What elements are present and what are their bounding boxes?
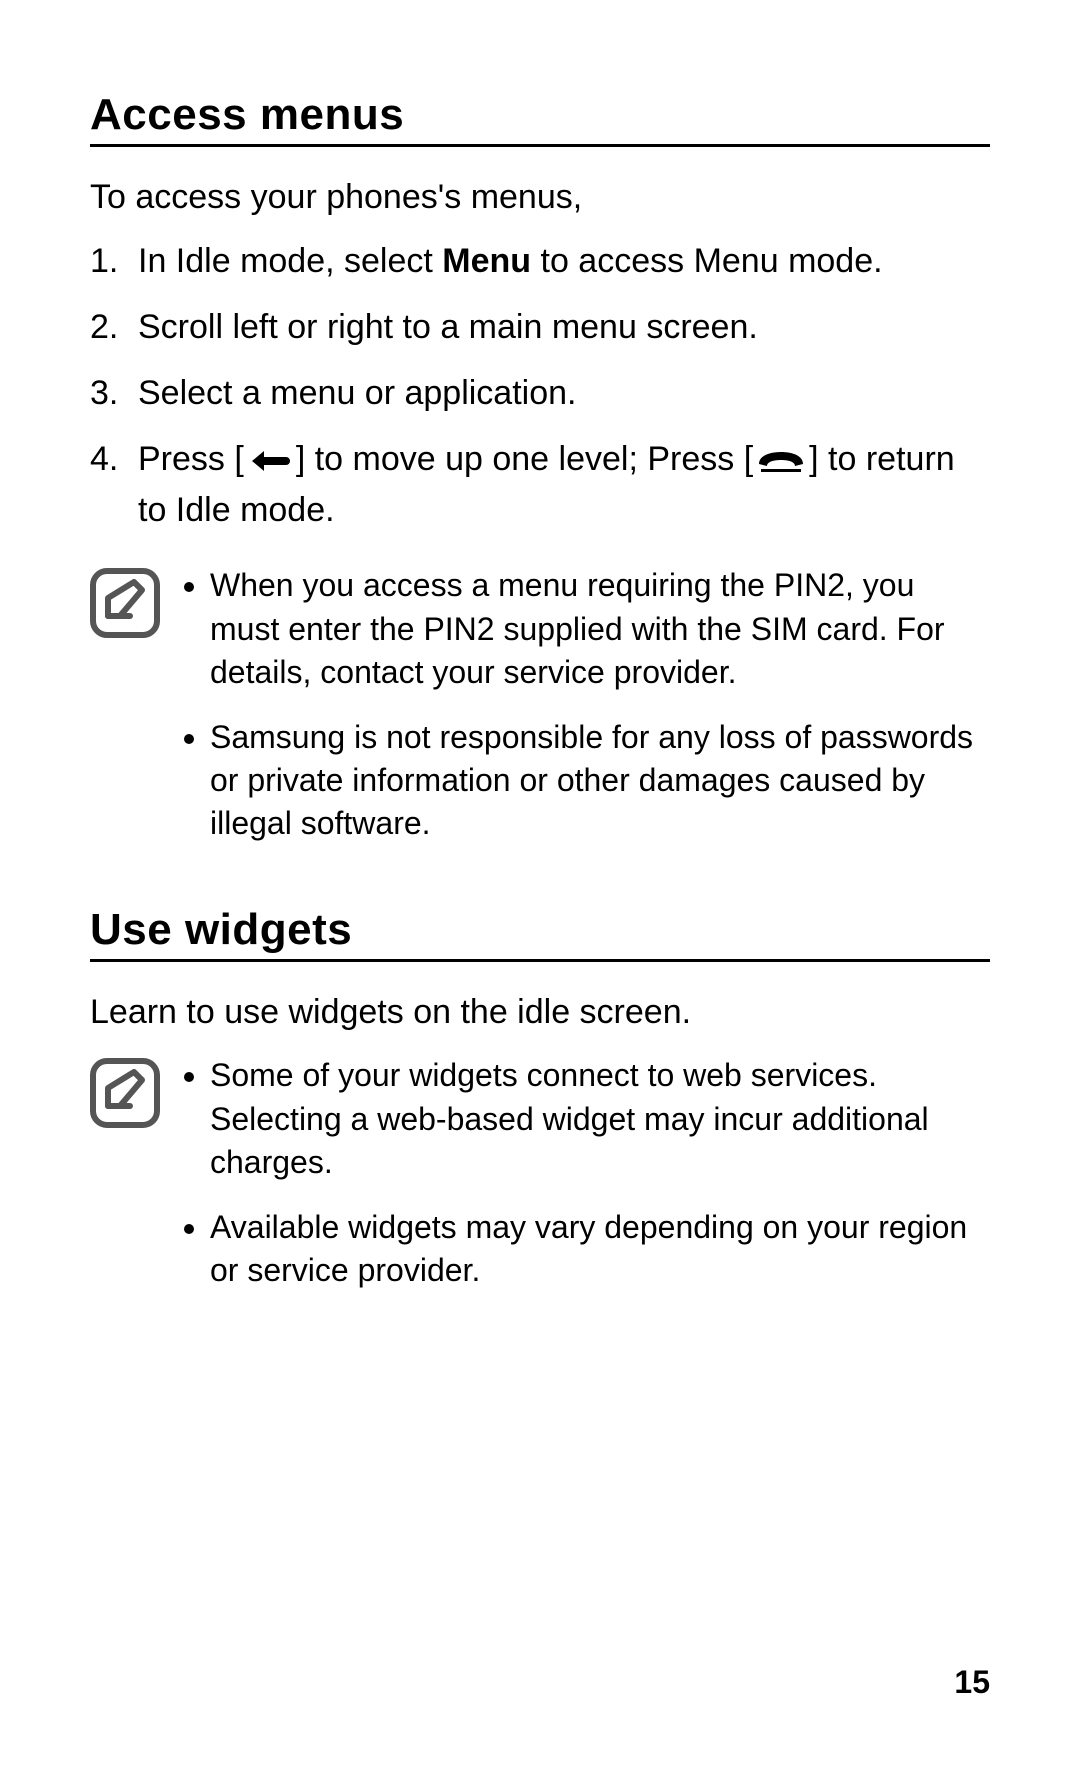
step-4-text-b: ] to move up one level; Press [ xyxy=(296,440,753,478)
step-1-bold: Menu xyxy=(442,242,531,280)
note-1-item-2: Samsung is not responsible for any loss … xyxy=(210,716,990,846)
note-block-1: When you access a menu requiring the PIN… xyxy=(90,564,990,845)
note-list-1: When you access a menu requiring the PIN… xyxy=(182,564,990,845)
step-4: Press [ ] to move up one level; Press [ … xyxy=(90,437,990,535)
note-2-item-2: Available widgets may vary depending on … xyxy=(210,1206,990,1292)
intro-use-widgets: Learn to use widgets on the idle screen. xyxy=(90,990,990,1036)
step-3: Select a menu or application. xyxy=(90,371,990,417)
end-call-key-icon xyxy=(755,443,807,489)
step-1-text-pre: In Idle mode, select xyxy=(138,242,442,280)
step-1-text-post: to access Menu mode. xyxy=(531,242,883,280)
note-icon xyxy=(90,568,160,643)
note-icon xyxy=(90,1058,160,1133)
steps-list: In Idle mode, select Menu to access Menu… xyxy=(90,239,990,534)
intro-access-menus: To access your phones's menus, xyxy=(90,175,990,221)
page-number: 15 xyxy=(954,1664,990,1701)
heading-access-menus: Access menus xyxy=(90,90,990,147)
heading-use-widgets: Use widgets xyxy=(90,905,990,962)
back-key-icon xyxy=(246,443,294,489)
step-2: Scroll left or right to a main menu scre… xyxy=(90,305,990,351)
note-list-2: Some of your widgets connect to web serv… xyxy=(182,1054,990,1292)
document-page: Access menus To access your phones's men… xyxy=(0,0,1080,1771)
step-1: In Idle mode, select Menu to access Menu… xyxy=(90,239,990,285)
note-1-item-1: When you access a menu requiring the PIN… xyxy=(210,564,990,694)
note-2-item-1: Some of your widgets connect to web serv… xyxy=(210,1054,990,1184)
step-4-text-a: Press [ xyxy=(138,440,244,478)
note-block-2: Some of your widgets connect to web serv… xyxy=(90,1054,990,1292)
